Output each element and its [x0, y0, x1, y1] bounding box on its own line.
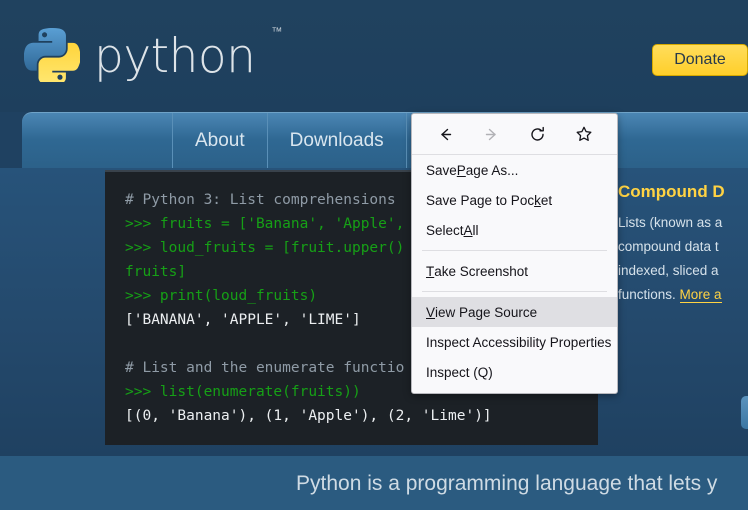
site-header: python ™ Donate [0, 0, 748, 112]
python-logo-icon [23, 26, 81, 86]
side-tab-handle[interactable] [741, 396, 748, 429]
menu-item-inspect[interactable]: Inspect (Q) [412, 357, 617, 387]
trademark-symbol: ™ [271, 26, 283, 38]
tagline-text: Python is a programming language that le… [296, 472, 718, 495]
forward-icon [476, 120, 506, 148]
back-icon[interactable] [430, 120, 460, 148]
section-line-last: functions. More a [618, 283, 748, 307]
menu-item-inspect-accessibility-properties[interactable]: Inspect Accessibility Properties [412, 327, 617, 357]
menu-separator [422, 250, 607, 251]
section-line: Lists (known as a [618, 215, 723, 230]
menu-separator [422, 291, 607, 292]
python-org-page: python ™ Donate About Downloads munity S… [0, 0, 748, 510]
site-nav: About Downloads munity Succ [22, 112, 748, 168]
bookmark-star-icon[interactable] [569, 120, 599, 148]
menu-item-save-page-as[interactable]: Save Page As... [412, 155, 617, 185]
python-wordmark: python [94, 28, 256, 84]
compound-data-section: Compound D Lists (known as a compound da… [618, 182, 748, 307]
section-line-prefix: functions. [618, 287, 680, 302]
python-logo[interactable]: python ™ [23, 24, 282, 86]
menu-item-take-screenshot[interactable]: Take Screenshot [412, 256, 617, 286]
code-line: [(0, 'Banana'), (1, 'Apple'), (2, 'Lime'… [125, 408, 492, 424]
nav-item-downloads[interactable]: Downloads [266, 113, 406, 168]
context-menu[interactable]: Save Page As... Save Page to Poc k et Select… [411, 113, 618, 394]
menu-item-select-all[interactable]: Select All [412, 215, 617, 245]
nav-item-about[interactable]: About [172, 113, 267, 168]
section-title: Compound D [618, 182, 725, 201]
menu-item-view-page-source[interactable]: View Page Source [412, 297, 617, 327]
more-link[interactable]: More a [679, 287, 722, 303]
section-line: compound data t [618, 239, 719, 254]
context-menu-items: Save Page As... Save Page to Poc k et Select… [412, 155, 617, 387]
section-body: Lists (known as a compound data t indexe… [618, 211, 748, 307]
menu-item-save-page-to-pocket[interactable]: Save Page to Poc k et [412, 185, 617, 215]
reload-icon[interactable] [523, 120, 553, 148]
donate-button[interactable]: Donate [652, 44, 748, 76]
context-menu-toolbar [412, 114, 617, 155]
section-line: indexed, sliced a [618, 263, 719, 278]
